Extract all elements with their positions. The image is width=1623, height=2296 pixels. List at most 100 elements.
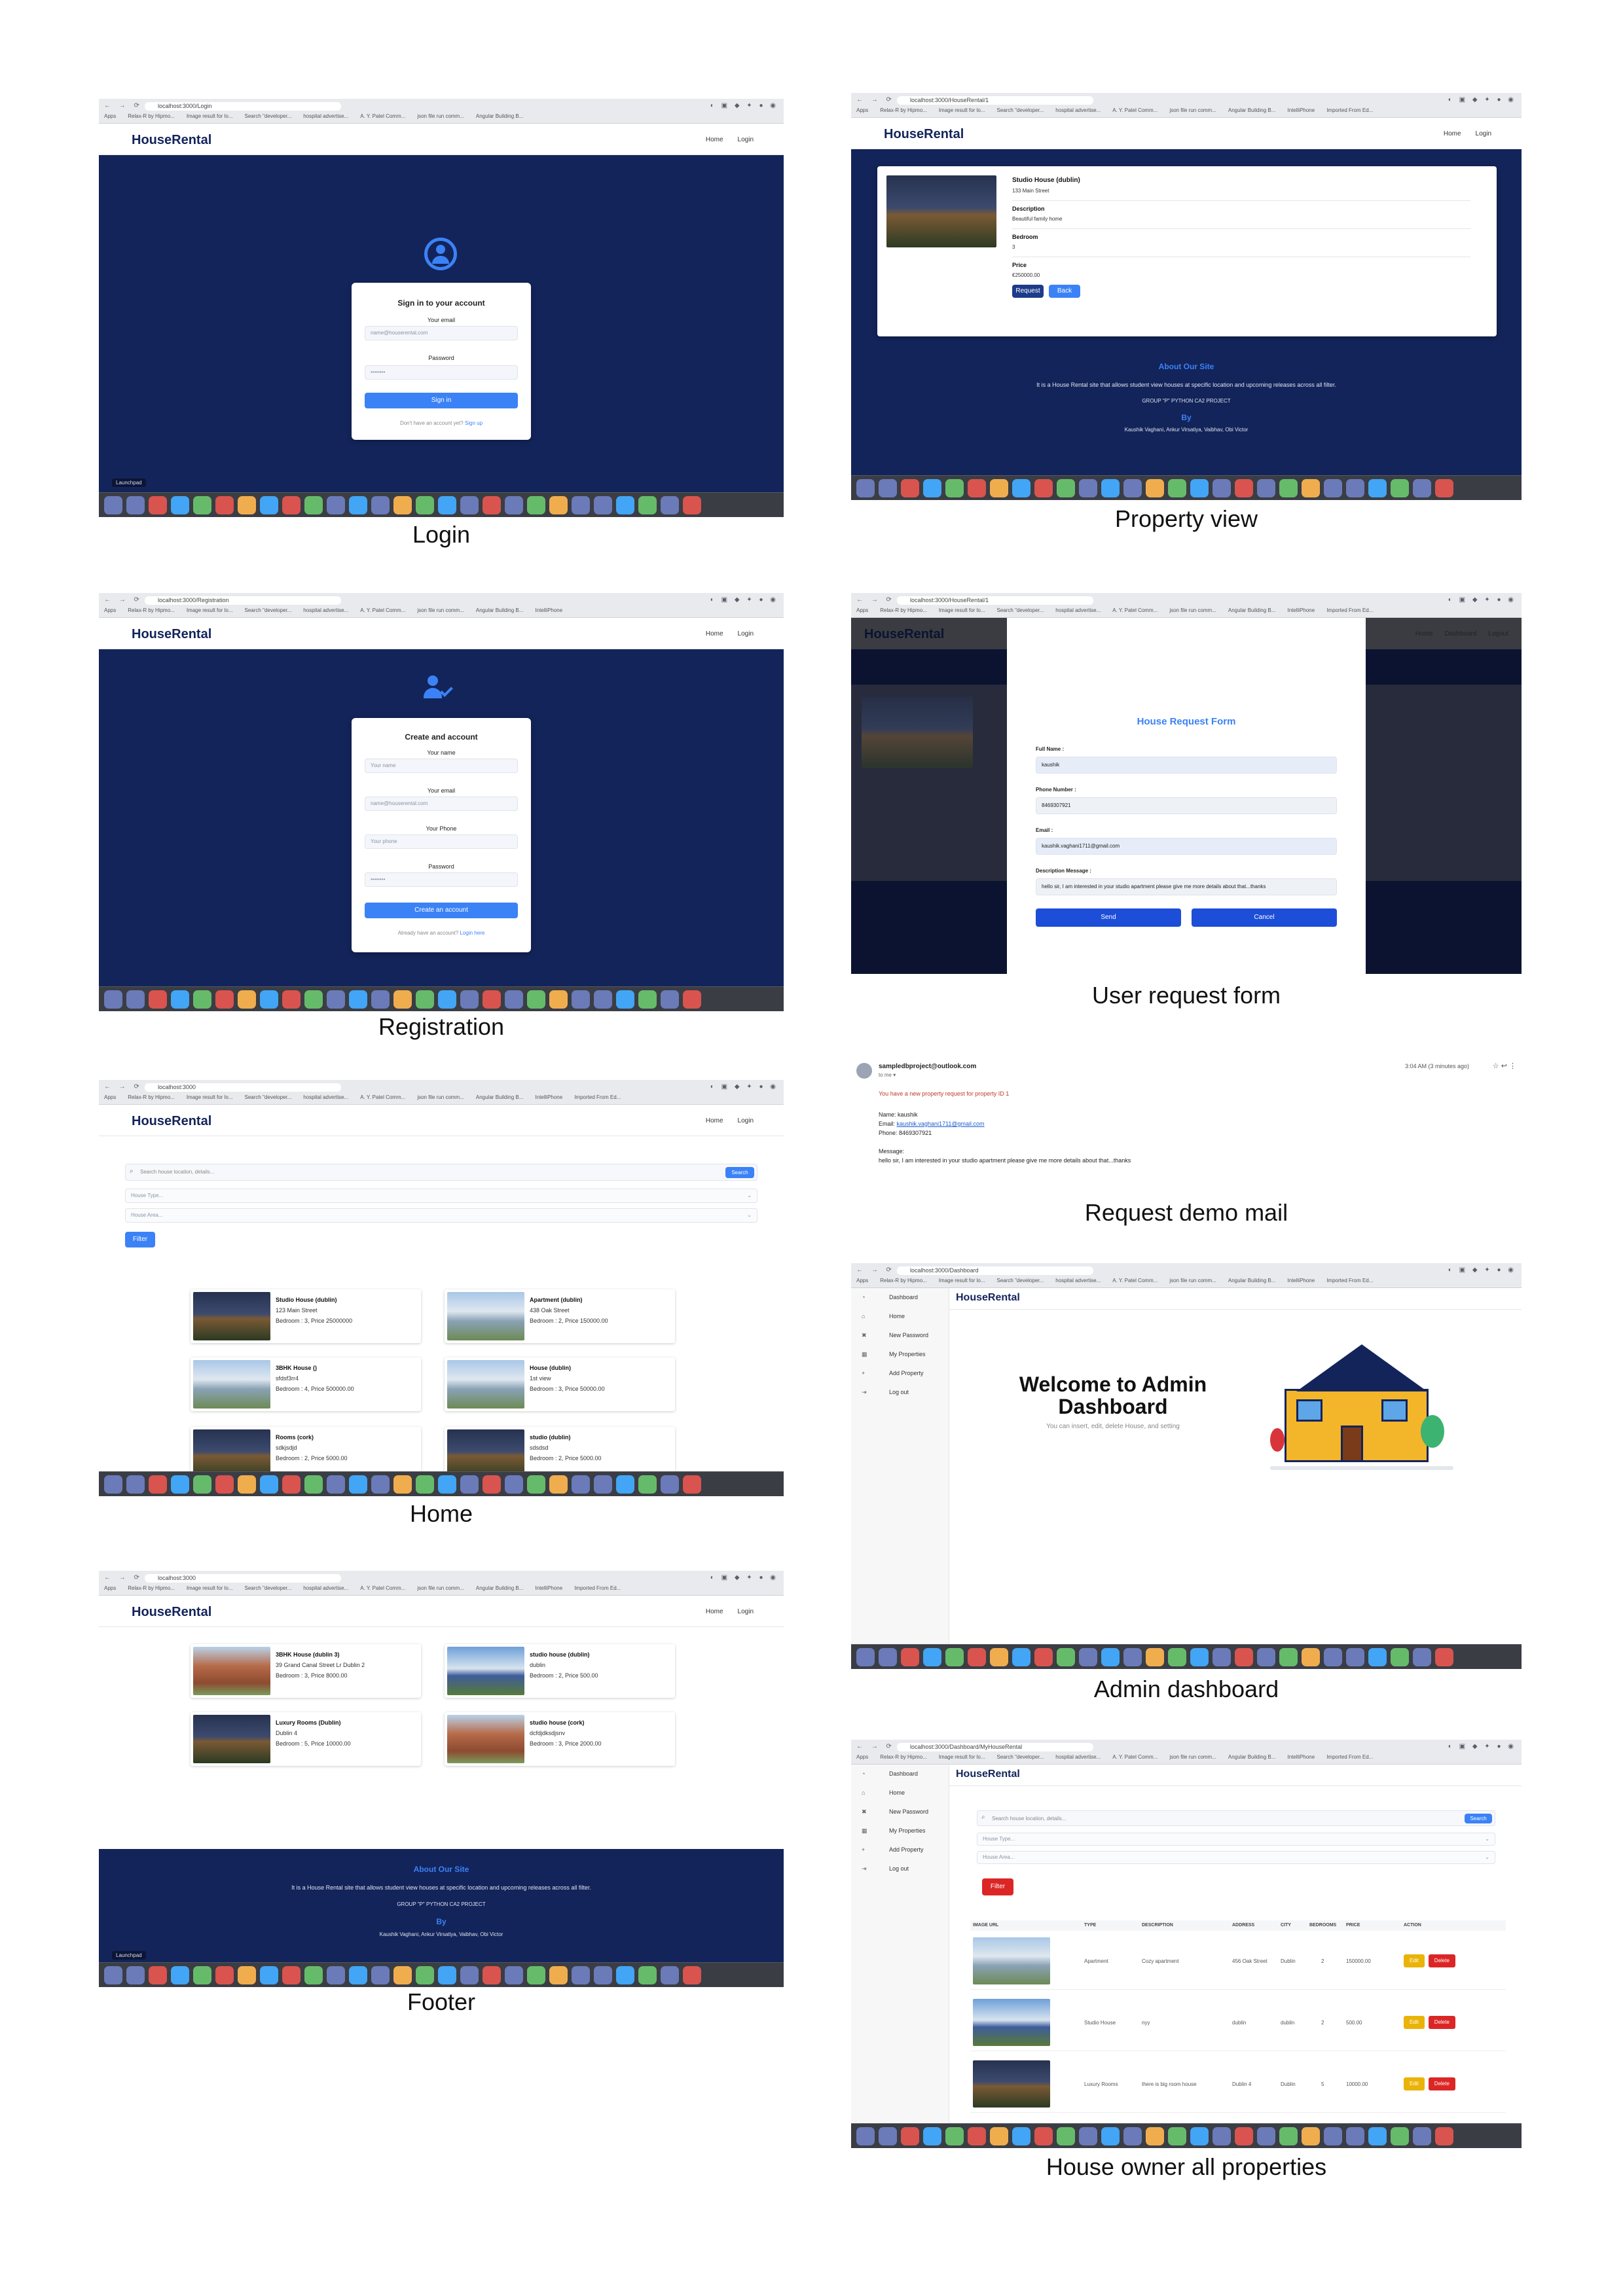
- app-icon[interactable]: [1302, 479, 1320, 497]
- app-icon[interactable]: [1435, 479, 1453, 497]
- app-icon[interactable]: [1079, 479, 1097, 497]
- app-icon[interactable]: [1213, 2127, 1231, 2145]
- app-icon[interactable]: [1101, 479, 1120, 497]
- email-input[interactable]: name@houserental.com: [365, 326, 518, 340]
- app-icon[interactable]: [1279, 479, 1298, 497]
- bookmark[interactable]: A. Y. Patel Comm...: [1112, 1754, 1158, 1760]
- app-icon[interactable]: [594, 496, 612, 514]
- listing-card[interactable]: 3BHK House (dublin 3) 39 Grand Canal Stre…: [191, 1644, 421, 1698]
- app-icon[interactable]: [149, 990, 167, 1009]
- email-input[interactable]: kaushik.vaghani1711@gmail.com: [1036, 838, 1337, 855]
- app-icon[interactable]: [260, 1966, 278, 1984]
- bookmark[interactable]: json file run comm...: [417, 1585, 464, 1591]
- bookmark[interactable]: Search "developer...: [997, 1278, 1044, 1283]
- bookmark[interactable]: json file run comm...: [417, 1094, 464, 1100]
- app-icon[interactable]: [638, 990, 657, 1009]
- app-icon[interactable]: [683, 1966, 701, 1984]
- app-icon[interactable]: [616, 990, 634, 1009]
- app-icon[interactable]: [171, 1966, 189, 1984]
- app-icon[interactable]: [349, 496, 367, 514]
- edit-button[interactable]: Edit: [1404, 1954, 1425, 1967]
- bookmark[interactable]: hospital advertise...: [303, 113, 348, 119]
- search-button[interactable]: Search: [1465, 1814, 1492, 1823]
- app-icon[interactable]: [990, 1648, 1008, 1666]
- app-icon[interactable]: [1168, 2127, 1186, 2145]
- app-icon[interactable]: [327, 1966, 345, 1984]
- address-bar[interactable]: localhost:3000/Registration: [145, 596, 341, 605]
- app-icon[interactable]: [990, 2127, 1008, 2145]
- app-icon[interactable]: [1190, 479, 1209, 497]
- app-icon[interactable]: [416, 1475, 434, 1494]
- bookmark[interactable]: IntelliPhone: [1287, 1754, 1315, 1760]
- app-icon[interactable]: [901, 479, 919, 497]
- browser-nav-icons[interactable]: ← → ⟳: [856, 1743, 895, 1750]
- app-icon[interactable]: [572, 1966, 590, 1984]
- app-icon[interactable]: [215, 496, 234, 514]
- send-button[interactable]: Send: [1036, 908, 1181, 927]
- app-icon[interactable]: [1391, 2127, 1409, 2145]
- address-bar[interactable]: localhost:3000/Login: [145, 102, 341, 111]
- house-type-select[interactable]: House Type... ⌄: [977, 1833, 1495, 1846]
- browser-nav-icons[interactable]: ← → ⟳: [856, 96, 895, 103]
- app-icon[interactable]: [616, 1475, 634, 1494]
- app-icon[interactable]: [371, 1475, 390, 1494]
- sidebar-item-new-password[interactable]: ✖ New Password: [851, 1326, 949, 1345]
- app-icon[interactable]: [1012, 1648, 1030, 1666]
- bookmark[interactable]: Relax-R by Hipmo...: [880, 1278, 927, 1283]
- brand-logo[interactable]: HouseRental: [132, 627, 211, 642]
- app-icon[interactable]: [1435, 1648, 1453, 1666]
- app-icon[interactable]: [282, 496, 301, 514]
- address-bar[interactable]: localhost:3000/Dashboard/MyHouseRental: [897, 1743, 1093, 1751]
- app-icon[interactable]: [260, 1475, 278, 1494]
- bookmark[interactable]: Imported From Ed...: [574, 1585, 621, 1591]
- bookmark[interactable]: Apps: [856, 1278, 868, 1283]
- app-icon[interactable]: [968, 2127, 986, 2145]
- app-icon[interactable]: [349, 1475, 367, 1494]
- app-icon[interactable]: [126, 1966, 145, 1984]
- app-icon[interactable]: [416, 990, 434, 1009]
- menu-login[interactable]: Login: [1476, 130, 1491, 137]
- sidebar-item-home[interactable]: ⌂ Home: [851, 1784, 949, 1803]
- sidebar-item-add-property[interactable]: + Add Property: [851, 1364, 949, 1383]
- app-icon[interactable]: [483, 496, 501, 514]
- app-icon[interactable]: [594, 1966, 612, 1984]
- browser-nav-icons[interactable]: ← → ⟳: [104, 1574, 143, 1581]
- app-icon[interactable]: [349, 990, 367, 1009]
- bookmark[interactable]: A. Y. Patel Comm...: [1112, 107, 1158, 113]
- app-icon[interactable]: [371, 496, 390, 514]
- app-icon[interactable]: [104, 496, 122, 514]
- app-icon[interactable]: [1213, 479, 1231, 497]
- app-icon[interactable]: [349, 1966, 367, 1984]
- app-icon[interactable]: [149, 1475, 167, 1494]
- app-icon[interactable]: [438, 990, 456, 1009]
- app-icon[interactable]: [126, 496, 145, 514]
- address-bar[interactable]: localhost:3000/HouseRental/1: [897, 96, 1093, 105]
- app-icon[interactable]: [616, 1966, 634, 1984]
- bookmark[interactable]: Search "developer...: [245, 1094, 292, 1100]
- app-icon[interactable]: [304, 1966, 323, 1984]
- app-icon[interactable]: [104, 1475, 122, 1494]
- app-icon[interactable]: [371, 990, 390, 1009]
- listing-card[interactable]: House (dublin) 1st view Bedroom : 3, Price…: [445, 1357, 675, 1411]
- menu-login[interactable]: Login: [738, 1117, 754, 1124]
- app-icon[interactable]: [945, 2127, 964, 2145]
- bookmark[interactable]: Apps: [856, 607, 868, 613]
- browser-nav-icons[interactable]: ← → ⟳: [104, 596, 143, 603]
- app-icon[interactable]: [549, 496, 568, 514]
- bookmark[interactable]: IntelliPhone: [535, 1585, 562, 1591]
- bookmark[interactable]: Relax-R by Hipmo...: [128, 113, 175, 119]
- app-icon[interactable]: [572, 496, 590, 514]
- menu-login[interactable]: Login: [738, 630, 754, 637]
- menu-login[interactable]: Login: [738, 136, 754, 143]
- app-icon[interactable]: [549, 990, 568, 1009]
- search-input[interactable]: Search house location, details...: [140, 1169, 214, 1175]
- bookmark[interactable]: Apps: [104, 113, 116, 119]
- browser-nav-icons[interactable]: ← → ⟳: [856, 1266, 895, 1274]
- extension-icons[interactable]: ◐ ▣ ◆ ✦ ● ◉: [1448, 1743, 1516, 1750]
- extension-icons[interactable]: ◐ ▣ ◆ ✦ ● ◉: [1448, 1266, 1516, 1274]
- brand-logo[interactable]: HouseRental: [132, 133, 211, 148]
- bookmark[interactable]: Image result for lo...: [939, 107, 985, 113]
- house-area-select[interactable]: House Area... ⌄: [125, 1208, 757, 1223]
- bookmark[interactable]: Angular Building B...: [1228, 607, 1276, 613]
- app-icon[interactable]: [416, 1966, 434, 1984]
